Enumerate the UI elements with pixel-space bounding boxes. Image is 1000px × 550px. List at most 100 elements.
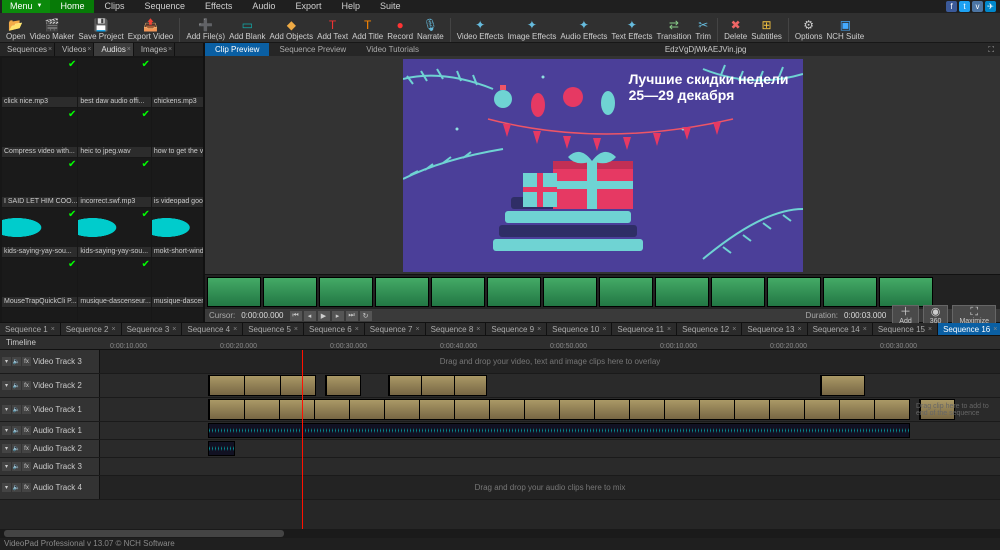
bin-clip[interactable]: click nice.mp3✔ — [2, 58, 77, 107]
bin-clip[interactable]: chickens.mp3✔ — [152, 58, 203, 107]
track-header[interactable]: ▾🔈fx Audio Track 2 — [0, 440, 100, 457]
narrate-button[interactable]: 🎙Narrate — [417, 18, 444, 42]
bin-clip[interactable] — [2, 308, 77, 322]
facebook-icon[interactable]: f — [946, 1, 957, 12]
preview-tab-video-tutorials[interactable]: Video Tutorials — [356, 43, 429, 56]
close-icon[interactable]: × — [172, 323, 176, 335]
track-header[interactable]: ▾🔈fx Audio Track 4 — [0, 476, 100, 499]
step-fwd-button[interactable]: ▸ — [332, 311, 344, 321]
track-lane[interactable] — [100, 458, 1000, 475]
nch-suite-button[interactable]: ▣NCH Suite — [826, 18, 864, 42]
fx-icon[interactable]: fx — [22, 405, 31, 414]
add-title-button[interactable]: TAdd Title — [352, 18, 383, 42]
bin-clip[interactable]: Compress video with...✔ — [2, 108, 77, 157]
close-icon[interactable]: × — [294, 323, 298, 335]
mute-icon[interactable]: 🔈 — [12, 444, 21, 453]
video-clip[interactable] — [820, 375, 865, 396]
sequence-tab-13[interactable]: Sequence 13× — [742, 323, 807, 335]
close-icon[interactable]: × — [537, 323, 541, 335]
sequence-tab-9[interactable]: Sequence 9× — [486, 323, 547, 335]
audio-clip[interactable] — [208, 441, 235, 456]
track-lane[interactable] — [100, 374, 1000, 397]
filmstrip-frame[interactable] — [767, 277, 821, 307]
video-clip[interactable] — [208, 399, 910, 420]
bin-clip[interactable]: musique-dascenseur...✔ — [152, 258, 203, 307]
fx-icon[interactable]: fx — [22, 462, 31, 471]
close-icon[interactable]: × — [797, 323, 801, 335]
sequence-tab-12[interactable]: Sequence 12× — [677, 323, 742, 335]
close-icon[interactable]: × — [667, 323, 671, 335]
bin-clip[interactable]: is videopad good.m4a✔ — [152, 158, 203, 207]
filmstrip-frame[interactable] — [543, 277, 597, 307]
sequence-tab-6[interactable]: Sequence 6× — [304, 323, 365, 335]
bin-clip[interactable]: musique-dascenseur...✔ — [78, 258, 150, 307]
filmstrip-frame[interactable] — [599, 277, 653, 307]
close-icon[interactable]: × — [355, 323, 359, 335]
collapse-icon[interactable]: ▾ — [2, 426, 11, 435]
trim-button[interactable]: ✂Trim — [695, 18, 711, 42]
close-icon[interactable]: × — [863, 323, 867, 335]
video-effects-button[interactable]: ✦Video Effects — [457, 18, 504, 42]
sequence-tab-8[interactable]: Sequence 8× — [426, 323, 487, 335]
menu-tab-effects[interactable]: Effects — [195, 0, 242, 13]
close-icon[interactable]: × — [928, 323, 932, 335]
bin-clip[interactable]: how to get the vhs l...✔ — [152, 108, 203, 157]
bin-clip[interactable] — [152, 308, 203, 322]
options-button[interactable]: ⚙Options — [795, 18, 823, 42]
bin-tab-videos[interactable]: Videos — [55, 43, 94, 56]
transition-button[interactable]: ⇄Transition — [657, 18, 692, 42]
collapse-icon[interactable]: ▾ — [2, 405, 11, 414]
bin-clip[interactable]: best daw audio offi...✔ — [78, 58, 150, 107]
filmstrip-frame[interactable] — [431, 277, 485, 307]
mute-icon[interactable]: 🔈 — [12, 483, 21, 492]
bin-tab-audios[interactable]: Audios — [94, 43, 133, 56]
menu-tab-sequence[interactable]: Sequence — [135, 0, 196, 13]
track-header[interactable]: ▾🔈fx Audio Track 1 — [0, 422, 100, 439]
filmstrip-frame[interactable] — [879, 277, 933, 307]
sequence-tab-14[interactable]: Sequence 14× — [808, 323, 873, 335]
filmstrip[interactable] — [205, 274, 1000, 308]
collapse-icon[interactable]: ▾ — [2, 462, 11, 471]
preview-tab-sequence-preview[interactable]: Sequence Preview — [269, 43, 356, 56]
fullscreen-icon[interactable]: ⛶ — [982, 45, 1000, 55]
track-lane[interactable]: Drag and drop your audio clips here to m… — [100, 476, 1000, 499]
sequence-tab-7[interactable]: Sequence 7× — [365, 323, 426, 335]
save-project-button[interactable]: 💾Save Project — [78, 18, 123, 42]
audio-clip[interactable] — [208, 423, 910, 438]
sequence-tab-4[interactable]: Sequence 4× — [182, 323, 243, 335]
sequence-tab-11[interactable]: Sequence 11× — [612, 323, 677, 335]
collapse-icon[interactable]: ▾ — [2, 483, 11, 492]
bin-clip[interactable]: kids-saying-yay-sou...✔ — [2, 208, 77, 257]
fx-icon[interactable]: fx — [22, 381, 31, 390]
bin-clip[interactable]: MouseTrapQuickCli P...✔ — [2, 258, 77, 307]
sequence-tab-5[interactable]: Sequence 5× — [243, 323, 304, 335]
video-clip[interactable] — [325, 375, 361, 396]
sequence-tab-15[interactable]: Sequence 15× — [873, 323, 938, 335]
record-button[interactable]: ●Record — [387, 18, 413, 42]
vk-icon[interactable]: v — [972, 1, 983, 12]
close-icon[interactable]: × — [732, 323, 736, 335]
go-end-button[interactable]: ⏭ — [346, 311, 358, 321]
bin-clip[interactable]: mokt-short-wind-sw...✔ — [152, 208, 203, 257]
close-icon[interactable]: × — [476, 323, 480, 335]
close-icon[interactable]: × — [233, 323, 237, 335]
close-icon[interactable]: × — [51, 323, 55, 335]
filmstrip-frame[interactable] — [319, 277, 373, 307]
mute-icon[interactable]: 🔈 — [12, 405, 21, 414]
image-effects-button[interactable]: ✦Image Effects — [508, 18, 557, 42]
track-header[interactable]: ▾🔈fx Video Track 3 — [0, 350, 100, 373]
filmstrip-frame[interactable] — [711, 277, 765, 307]
filmstrip-frame[interactable] — [487, 277, 541, 307]
open-button[interactable]: 📂Open — [6, 18, 26, 42]
filmstrip-frame[interactable] — [207, 277, 261, 307]
add-blank-button[interactable]: ▭Add Blank — [229, 18, 265, 42]
sequence-tab-2[interactable]: Sequence 2× — [61, 323, 122, 335]
collapse-icon[interactable]: ▾ — [2, 357, 11, 366]
fx-icon[interactable]: fx — [22, 444, 31, 453]
video-clip[interactable] — [208, 375, 316, 396]
track-lane[interactable] — [100, 440, 1000, 457]
bin-clip[interactable] — [78, 308, 150, 322]
timeline-scrollbar[interactable] — [0, 529, 1000, 538]
fx-icon[interactable]: fx — [22, 357, 31, 366]
menu-tab-export[interactable]: Export — [285, 0, 331, 13]
